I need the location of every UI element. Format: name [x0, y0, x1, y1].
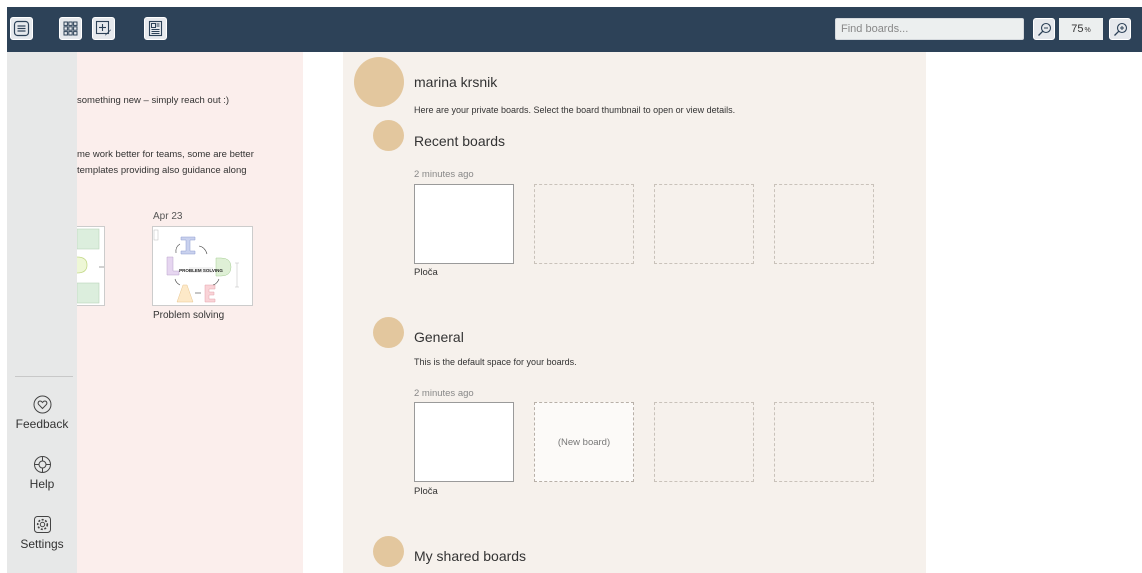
intro-text: Here are your private boards. Select the…: [414, 105, 736, 115]
boards-grid-button[interactable]: [59, 17, 82, 40]
board-timestamp: 2 minutes ago: [414, 169, 474, 180]
lifebuoy-icon: [33, 456, 51, 473]
zoom-unit: %: [1084, 27, 1091, 34]
sidebar-item-label: Settings: [20, 537, 64, 551]
empty-board-slot: [774, 402, 874, 482]
zoom-value: 75: [1071, 23, 1084, 35]
gear-icon: [33, 516, 51, 533]
find-boards-input[interactable]: [835, 18, 1024, 40]
zoom-in-button[interactable]: [1109, 18, 1131, 40]
user-name: marina krsnik: [414, 74, 498, 90]
new-board-button[interactable]: (New board): [534, 402, 634, 482]
section-avatar: [373, 120, 404, 151]
sidebar-item-label: Feedback: [15, 417, 69, 431]
grid-icon: [63, 21, 78, 36]
new-board-label: (New board): [557, 436, 611, 448]
templates-text-line: me work better for teams, some are bette…: [77, 149, 254, 160]
empty-board-slot: [534, 184, 634, 264]
section-title-recent-boards: Recent boards: [414, 133, 506, 149]
template-date: Apr 23: [153, 211, 183, 222]
section-description: This is the default space for your board…: [414, 357, 577, 367]
section-title-general: General: [414, 329, 464, 345]
board-name[interactable]: Ploča: [414, 486, 438, 497]
sidebar-item-settings[interactable]: Settings: [7, 515, 77, 551]
board-name[interactable]: Ploča: [414, 267, 438, 278]
zoom-level[interactable]: 75%: [1059, 18, 1103, 40]
sidebar-item-feedback[interactable]: Feedback: [7, 395, 77, 431]
user-avatar: [354, 57, 404, 107]
zoom-in-icon: [1113, 22, 1127, 36]
template-thumbnail[interactable]: [77, 226, 105, 306]
board-thumbnail[interactable]: [414, 184, 514, 264]
templates-text-line: templates providing also guidance along: [77, 165, 247, 176]
section-title-my-shared-boards: My shared boards: [414, 548, 527, 564]
template-name[interactable]: Problem solving: [153, 310, 224, 321]
menu-button[interactable]: [10, 17, 33, 40]
sidebar-item-label: Help: [29, 477, 55, 491]
zoom-out-button[interactable]: [1033, 18, 1055, 40]
heart-icon: [33, 395, 51, 414]
sidebar-divider: [15, 376, 73, 377]
template-thumbnail-problem-solving[interactable]: PROBLEM SOLVING: [152, 226, 253, 306]
board-thumbnail[interactable]: [414, 402, 514, 482]
svg-text:PROBLEM SOLVING: PROBLEM SOLVING: [179, 268, 223, 273]
section-avatar: [373, 317, 404, 348]
left-sidebar: Feedback Help Settings: [7, 52, 77, 573]
templates-icon: [148, 20, 163, 37]
toolbar-bar: 75%: [7, 7, 1142, 52]
zoom-out-icon: [1037, 22, 1051, 36]
new-board-button[interactable]: [92, 17, 115, 40]
template-preview-graphic: [77, 227, 104, 305]
empty-board-slot: [654, 402, 754, 482]
sidebar-item-help[interactable]: Help: [7, 455, 77, 491]
template-preview-graphic: PROBLEM SOLVING: [153, 227, 252, 305]
empty-board-slot: [774, 184, 874, 264]
section-avatar: [373, 536, 404, 567]
templates-panel: something new – simply reach out :) me w…: [77, 52, 303, 573]
top-toolbar: 75%: [0, 0, 1142, 52]
empty-board-slot: [654, 184, 754, 264]
new-board-icon: [95, 20, 111, 36]
board-timestamp: 2 minutes ago: [414, 388, 474, 399]
menu-icon: [13, 20, 30, 37]
templates-button[interactable]: [144, 17, 167, 40]
templates-text-line: something new – simply reach out :): [77, 95, 230, 106]
boards-panel: marina krsnik Here are your private boar…: [343, 52, 926, 573]
